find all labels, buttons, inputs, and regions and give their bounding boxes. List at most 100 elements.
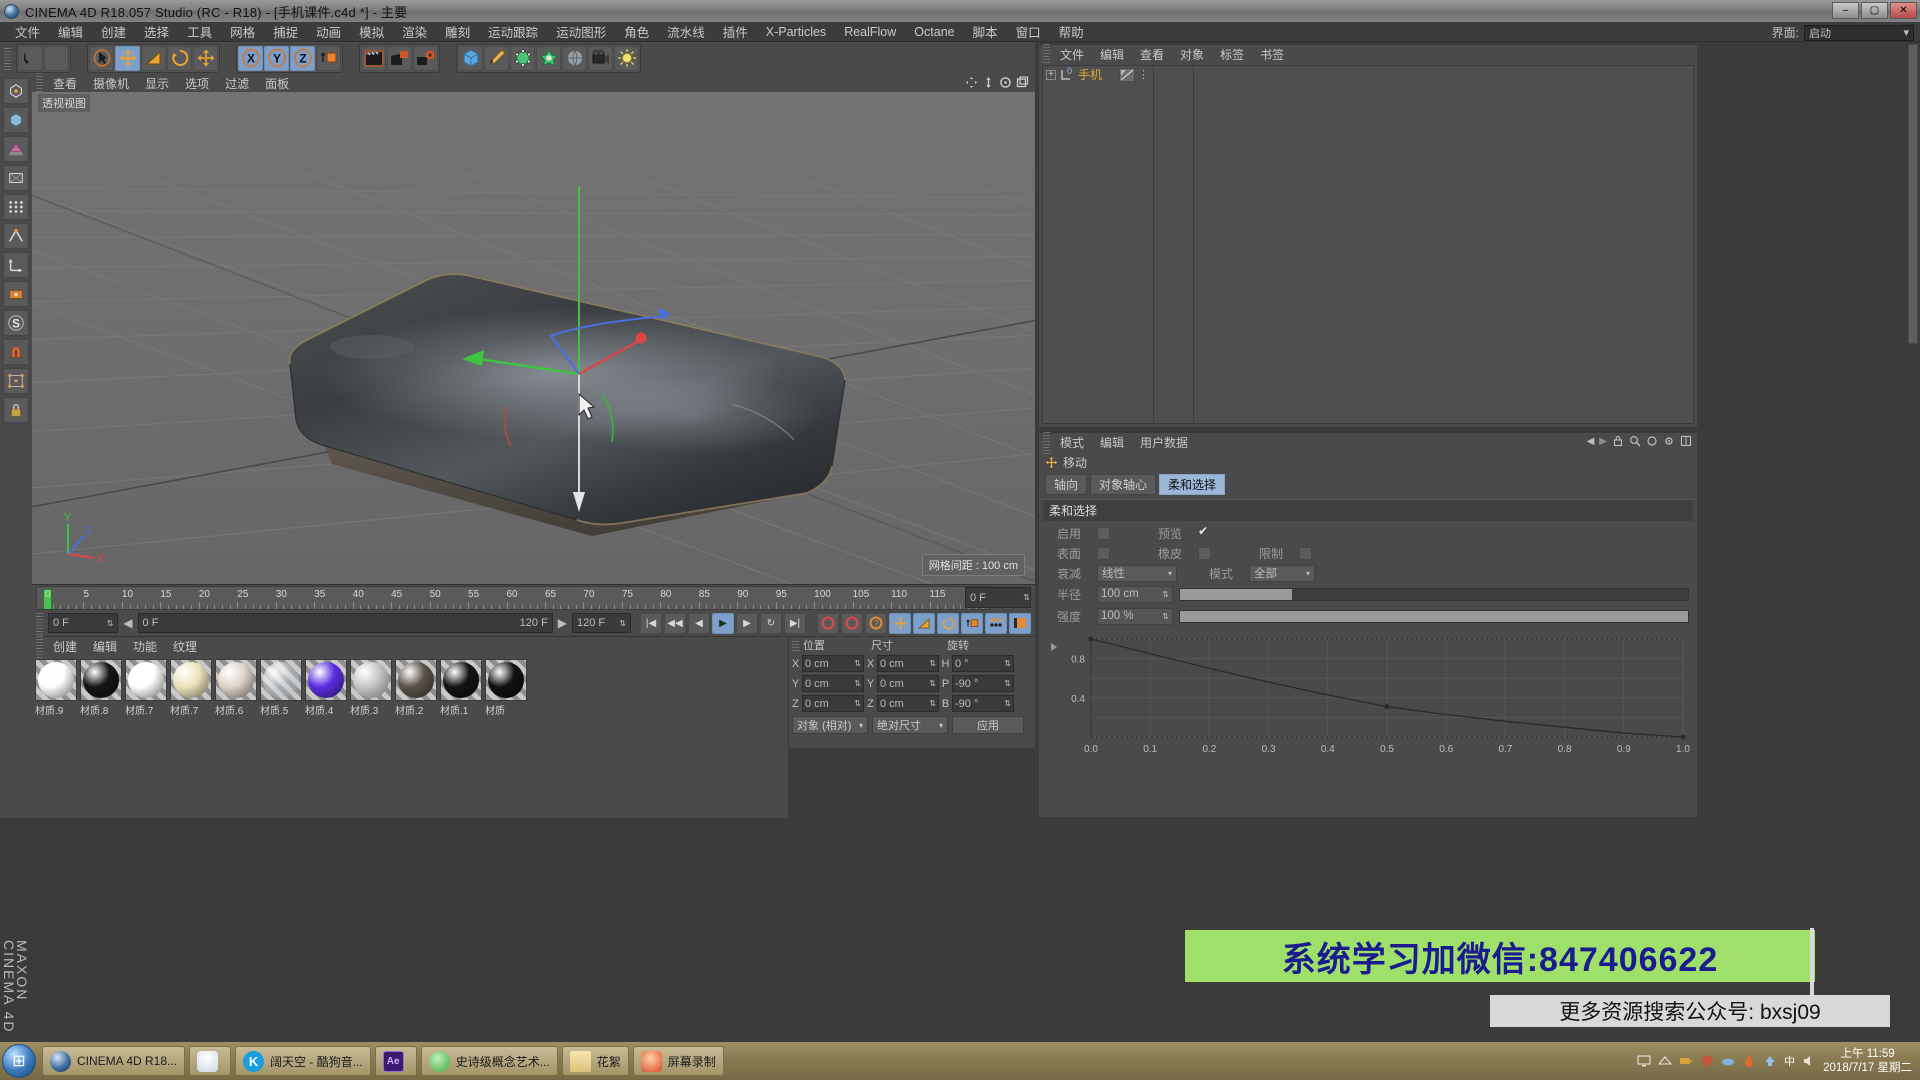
size-z-field[interactable]: 0 cm ⇅ (877, 695, 939, 712)
rotation-h-field[interactable]: 0 ° ⇅ (952, 655, 1014, 672)
material-swatch[interactable] (395, 659, 437, 701)
object-menu-4[interactable]: 标签 (1212, 46, 1252, 63)
add-cube-button[interactable] (458, 45, 483, 71)
viewport-menu-grip[interactable] (36, 71, 43, 95)
spinner-icon[interactable]: ⇅ (929, 659, 936, 668)
add-scene-object-button[interactable] (562, 45, 587, 71)
rotation-key-button[interactable] (937, 612, 959, 634)
menu-item-6[interactable]: 捕捉 (264, 21, 307, 42)
parameter-field[interactable]: 100 cm ⇅ (1097, 585, 1173, 603)
rotation-p-field[interactable]: -90 ° ⇅ (952, 675, 1014, 692)
attribute-menu-2[interactable]: 用户数据 (1132, 434, 1196, 451)
scale-tool[interactable] (141, 45, 166, 71)
scale-key-button[interactable] (913, 612, 935, 634)
falloff-curve-graph[interactable]: 0.4 0.8 0.0 0.1 0.2 0.3 0.4 0.5 0.6 0.7 0.8 0.9 1.0 (1045, 629, 1693, 759)
menu-item-11[interactable]: 运动跟踪 (479, 21, 547, 42)
cloud-icon[interactable] (1721, 1054, 1735, 1068)
viewport-menu-4[interactable]: 过滤 (217, 75, 257, 92)
rotation-b-field[interactable]: -90 ° ⇅ (952, 695, 1014, 712)
play-backward-button[interactable]: ◀◀ (664, 612, 686, 634)
menu-item-20[interactable]: 窗口 (1007, 21, 1050, 42)
texture-mode-tool[interactable] (3, 136, 29, 162)
menu-item-16[interactable]: X-Particles (757, 24, 835, 40)
falloff-dropdown[interactable]: 线性 ▾ (1097, 564, 1177, 582)
spinner-icon[interactable]: ⇅ (854, 679, 861, 688)
spinner-icon[interactable]: ⇅ (929, 699, 936, 708)
taskbar-item[interactable] (189, 1046, 232, 1076)
menu-item-0[interactable]: 文件 (6, 21, 49, 42)
pan-icon[interactable] (965, 76, 978, 89)
object-menu-5[interactable]: 书签 (1252, 46, 1292, 63)
menu-item-21[interactable]: 帮助 (1050, 21, 1093, 42)
material-swatch[interactable] (170, 659, 212, 701)
point-level-animation-button[interactable] (985, 612, 1007, 634)
material-item[interactable]: 材质.1 (440, 659, 482, 717)
transport-grip[interactable] (36, 611, 43, 635)
next-range-arrow[interactable]: ▶ (556, 616, 569, 630)
attribute-menu-0[interactable]: 模式 (1052, 434, 1092, 451)
menu-item-14[interactable]: 流水线 (658, 21, 714, 42)
redo-button[interactable] (44, 45, 69, 71)
shield-icon[interactable] (1700, 1054, 1714, 1068)
menu-item-4[interactable]: 工具 (178, 21, 221, 42)
lock-icon[interactable] (1612, 435, 1624, 447)
ime-icon[interactable]: 中 (1784, 1053, 1795, 1069)
material-grip[interactable] (36, 634, 43, 658)
dolly-icon[interactable] (982, 76, 995, 89)
spinner-icon[interactable]: ⇅ (1004, 699, 1011, 708)
viewport-menu-2[interactable]: 显示 (137, 75, 177, 92)
material-swatch[interactable] (440, 659, 482, 701)
maximize-button[interactable]: ▢ (1861, 2, 1888, 19)
record-keyframe-button[interactable] (817, 612, 839, 634)
viewport-menu-1[interactable]: 摄像机 (85, 75, 137, 92)
material-item[interactable]: 材质.9 (35, 659, 77, 717)
object-menu-3[interactable]: 对象 (1172, 46, 1212, 63)
pin-icon[interactable] (1646, 435, 1658, 447)
attribute-menu-1[interactable]: 编辑 (1092, 434, 1132, 451)
taskbar-item[interactable]: 花絮 (561, 1046, 629, 1076)
material-swatch[interactable] (125, 659, 167, 701)
material-swatch[interactable] (260, 659, 302, 701)
attribute-tab-1[interactable]: 对象轴心 (1090, 474, 1157, 495)
object-axis-tool[interactable] (3, 252, 29, 278)
menu-item-13[interactable]: 角色 (615, 21, 658, 42)
material-item[interactable]: 材质.6 (215, 659, 257, 717)
parameter-key-button[interactable] (961, 612, 983, 634)
move-tool[interactable] (115, 45, 140, 71)
position-y-field[interactable]: 0 cm ⇅ (802, 675, 864, 692)
taskbar-item[interactable]: K 阔天空 - 酷狗音... (235, 1046, 371, 1076)
battery-icon[interactable] (1679, 1054, 1693, 1068)
rotate-tool[interactable] (167, 45, 192, 71)
viewport-menu-3[interactable]: 选项 (177, 75, 217, 92)
checkbox-preview[interactable] (1198, 524, 1211, 540)
timeline-ruler-bar[interactable]: 0 5 10 15 20 25 30 35 40 45 50 55 60 65 70 75 80 85 90 95 10… (32, 584, 1035, 610)
material-item[interactable]: 材质.7 (170, 659, 212, 717)
timeline-button[interactable] (1009, 612, 1031, 634)
size-y-field[interactable]: 0 cm ⇅ (877, 675, 939, 692)
spinner-icon[interactable]: ⇅ (1004, 659, 1011, 668)
material-menu-3[interactable]: 纹理 (165, 638, 205, 655)
add-spline-button[interactable] (484, 45, 509, 71)
object-row-phone[interactable]: + 0 手机 ⋮ (1043, 66, 1693, 83)
material-menu-0[interactable]: 创建 (45, 638, 85, 655)
attribute-tab-2[interactable]: 柔和选择 (1159, 474, 1226, 495)
menu-item-15[interactable]: 插件 (714, 21, 757, 42)
taskbar-item[interactable]: CINEMA 4D R18... (42, 1046, 186, 1076)
material-menu-2[interactable]: 功能 (125, 638, 165, 655)
material-swatch[interactable] (35, 659, 77, 701)
max-frame-field[interactable]: 120 F ⇅ (571, 613, 631, 633)
menu-item-10[interactable]: 雕刻 (436, 21, 479, 42)
object-tag-icon[interactable] (1119, 67, 1136, 82)
menu-item-5[interactable]: 网格 (221, 21, 264, 42)
lock-y-axis[interactable]: Y (264, 45, 289, 71)
make-editable-tool[interactable] (3, 78, 29, 104)
menu-item-17[interactable]: RealFlow (835, 24, 905, 40)
spinner-icon[interactable]: ⇅ (1023, 593, 1030, 602)
material-item[interactable]: 材质.7 (125, 659, 167, 717)
material-item[interactable]: 材质.8 (80, 659, 122, 717)
taskbar-clock[interactable]: 上午 11:59 2018/7/17 星期二 (1823, 1047, 1912, 1075)
material-swatch[interactable] (80, 659, 122, 701)
enable-snap-tool[interactable] (3, 368, 29, 394)
workplane-tool[interactable] (3, 281, 29, 307)
spinner-icon[interactable]: ⇅ (854, 659, 861, 668)
